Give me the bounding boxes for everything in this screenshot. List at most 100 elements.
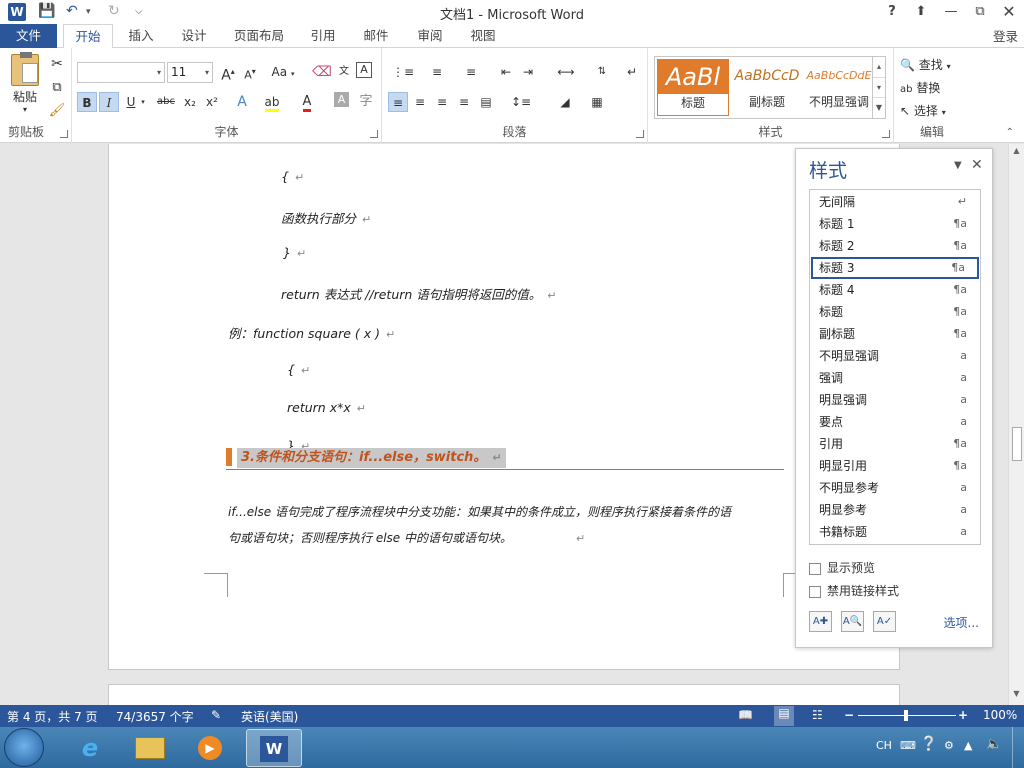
word-count[interactable]: 74/3657 个字 bbox=[116, 708, 194, 725]
justify-icon[interactable]: ≡ bbox=[454, 92, 474, 112]
style-inspector-icon[interactable]: A🔍 bbox=[841, 611, 864, 632]
manage-styles-icon[interactable]: A✓ bbox=[873, 611, 896, 632]
print-layout-icon[interactable]: ▤ bbox=[774, 706, 794, 726]
tab-home[interactable]: 开始 bbox=[63, 24, 113, 49]
align-center-icon[interactable]: ≡ bbox=[410, 92, 430, 112]
scroll-down-icon[interactable]: ▼ bbox=[1009, 689, 1024, 703]
phonetic-guide-icon[interactable]: 文 bbox=[334, 62, 354, 82]
show-marks-icon[interactable]: ↵ bbox=[622, 62, 642, 82]
tab-references[interactable]: 引用 bbox=[303, 24, 343, 48]
style-item[interactable]: 明显参考 a bbox=[811, 499, 979, 521]
style-item[interactable]: 引用 ¶a bbox=[811, 433, 979, 455]
character-shading-icon[interactable]: A bbox=[334, 92, 349, 107]
style-item[interactable]: 书籍标题 a bbox=[811, 521, 979, 543]
clipboard-launcher-icon[interactable] bbox=[60, 130, 68, 138]
cut-icon[interactable]: ✂ bbox=[47, 54, 67, 74]
style-item[interactable]: 明显强调 a bbox=[811, 389, 979, 411]
paste-button[interactable]: 粘贴 ▾ bbox=[8, 52, 42, 114]
superscript-button[interactable]: x² bbox=[202, 92, 222, 112]
word-taskbar-icon[interactable]: W bbox=[246, 729, 302, 767]
keyboard-icon[interactable]: ⌨ bbox=[900, 739, 916, 752]
internet-explorer-icon[interactable]: e bbox=[62, 729, 118, 767]
decrease-indent-icon[interactable]: ⇤ bbox=[496, 62, 516, 82]
styles-launcher-icon[interactable] bbox=[882, 130, 890, 138]
doc-line[interactable]: 例：function square ( x ) ↵ bbox=[228, 323, 395, 342]
underline-dropdown-icon[interactable]: ▾ bbox=[138, 92, 148, 112]
copy-icon[interactable]: ⧉ bbox=[47, 78, 67, 98]
tab-design[interactable]: 设计 bbox=[172, 24, 216, 48]
restore-icon[interactable]: ⧉ bbox=[969, 2, 991, 22]
new-style-icon[interactable]: A✚ bbox=[809, 611, 832, 632]
increase-indent-icon[interactable]: ⇥ bbox=[518, 62, 538, 82]
help-button[interactable]: ? bbox=[881, 2, 903, 22]
sort-icon[interactable]: ⇅ bbox=[592, 62, 612, 82]
style-item[interactable]: 明显引用 ¶a bbox=[811, 455, 979, 477]
tab-view[interactable]: 视图 bbox=[463, 24, 503, 48]
show-hidden-icons-icon[interactable]: ▲ bbox=[964, 739, 972, 752]
zoom-level[interactable]: 100% bbox=[983, 708, 1017, 722]
text-effects-icon[interactable]: A bbox=[232, 92, 252, 112]
doc-line[interactable]: return 表达式 //return 语句指明将返回的值。 ↵ bbox=[281, 284, 557, 303]
zoom-out-button[interactable]: − bbox=[844, 708, 854, 722]
style-item[interactable]: 标题 2 ¶a bbox=[811, 235, 979, 257]
tab-file[interactable]: 文件 bbox=[0, 24, 57, 48]
ime-indicator[interactable]: CH bbox=[876, 739, 892, 752]
strikethrough-button[interactable]: abc bbox=[154, 92, 178, 112]
distributed-icon[interactable]: ▤ bbox=[476, 92, 496, 112]
enclose-characters-icon[interactable]: 字 bbox=[356, 92, 376, 112]
tab-page-layout[interactable]: 页面布局 bbox=[228, 24, 290, 48]
tab-mailings[interactable]: 邮件 bbox=[356, 24, 396, 48]
ribbon-display-options-icon[interactable]: ⬆ bbox=[910, 2, 932, 22]
disable-linked-styles-checkbox[interactable]: 禁用链接样式 bbox=[809, 582, 989, 599]
italic-button[interactable]: I bbox=[99, 92, 119, 112]
font-launcher-icon[interactable] bbox=[370, 130, 378, 138]
style-item-selected[interactable]: 标题 3 ¶a bbox=[811, 257, 979, 279]
line-spacing-icon[interactable]: ↕≡ bbox=[506, 92, 536, 112]
zoom-slider-thumb[interactable] bbox=[904, 710, 908, 721]
style-options-link[interactable]: 选项... bbox=[944, 614, 979, 631]
doc-line[interactable]: {↵ bbox=[287, 362, 310, 377]
collapse-ribbon-icon[interactable]: ⌃ bbox=[1006, 127, 1014, 138]
gallery-style-title[interactable]: AaBl 标题 bbox=[657, 59, 729, 116]
gallery-more-icon[interactable]: ▼ bbox=[873, 97, 885, 117]
tab-review[interactable]: 审阅 bbox=[410, 24, 450, 48]
sign-in-link[interactable]: 登录 bbox=[993, 26, 1018, 45]
align-right-icon[interactable]: ≡ bbox=[432, 92, 452, 112]
next-page[interactable] bbox=[108, 684, 900, 705]
document-page[interactable]: {↵ 函数执行部分 ↵ } ↵ return 表达式 //return 语句指明将返… bbox=[108, 144, 900, 670]
close-icon[interactable]: ✕ bbox=[998, 2, 1020, 22]
doc-paragraph-line[interactable]: 句或语句块；否则程序执行 else 中的语句或语句块。 ↵ bbox=[228, 529, 585, 546]
pane-options-dropdown-icon[interactable]: ▼ bbox=[954, 160, 962, 171]
bullets-icon[interactable]: ⋮≡ bbox=[388, 62, 418, 82]
help-tray-icon[interactable]: ❔ bbox=[920, 736, 937, 752]
change-case-button[interactable]: Aa ▾ bbox=[268, 62, 298, 82]
style-item[interactable]: 无间隔 ↵ bbox=[811, 191, 979, 213]
shading-icon[interactable]: ◢ bbox=[550, 92, 580, 112]
shrink-font-button[interactable]: A▾ bbox=[240, 62, 260, 82]
minimize-icon[interactable]: — bbox=[940, 2, 962, 22]
heading-3-paragraph[interactable]: 3.条件和分支语句：if...else，switch。 ↵ bbox=[226, 446, 784, 470]
style-item[interactable]: 不明显强调 a bbox=[811, 345, 979, 367]
show-preview-checkbox[interactable]: 显示预览 bbox=[809, 559, 989, 576]
file-explorer-icon[interactable] bbox=[122, 729, 178, 767]
settings-tray-icon[interactable]: ⚙ bbox=[944, 739, 954, 752]
gallery-scroll[interactable]: ▴ ▾ ▼ bbox=[872, 57, 885, 118]
style-item[interactable]: 强调 a bbox=[811, 367, 979, 389]
language-indicator[interactable]: 英语(美国) bbox=[241, 708, 298, 725]
grow-font-button[interactable]: A▴ bbox=[218, 62, 238, 84]
style-item[interactable]: 标题 1 ¶a bbox=[811, 213, 979, 235]
clear-formatting-icon[interactable]: ⌫ bbox=[312, 62, 332, 82]
multilevel-list-icon[interactable]: ≡ bbox=[456, 62, 486, 82]
web-layout-icon[interactable]: ☷ bbox=[812, 708, 823, 722]
tab-insert[interactable]: 插入 bbox=[119, 24, 163, 48]
pane-close-icon[interactable]: ✕ bbox=[971, 157, 983, 173]
borders-icon[interactable]: ▦ bbox=[582, 92, 612, 112]
volume-icon[interactable]: 🔈 bbox=[986, 737, 1002, 752]
style-item[interactable]: 不明显参考 a bbox=[811, 477, 979, 499]
media-player-icon[interactable]: ▶ bbox=[182, 729, 238, 767]
gallery-up-icon[interactable]: ▴ bbox=[873, 57, 885, 77]
zoom-in-button[interactable]: + bbox=[958, 708, 968, 722]
doc-line[interactable]: return x*x ↵ bbox=[287, 400, 366, 415]
numbering-icon[interactable]: ≡ bbox=[422, 62, 452, 82]
doc-paragraph-line[interactable]: if...else 语句完成了程序流程块中分支功能：如果其中的条件成立，则程序执… bbox=[228, 503, 731, 520]
